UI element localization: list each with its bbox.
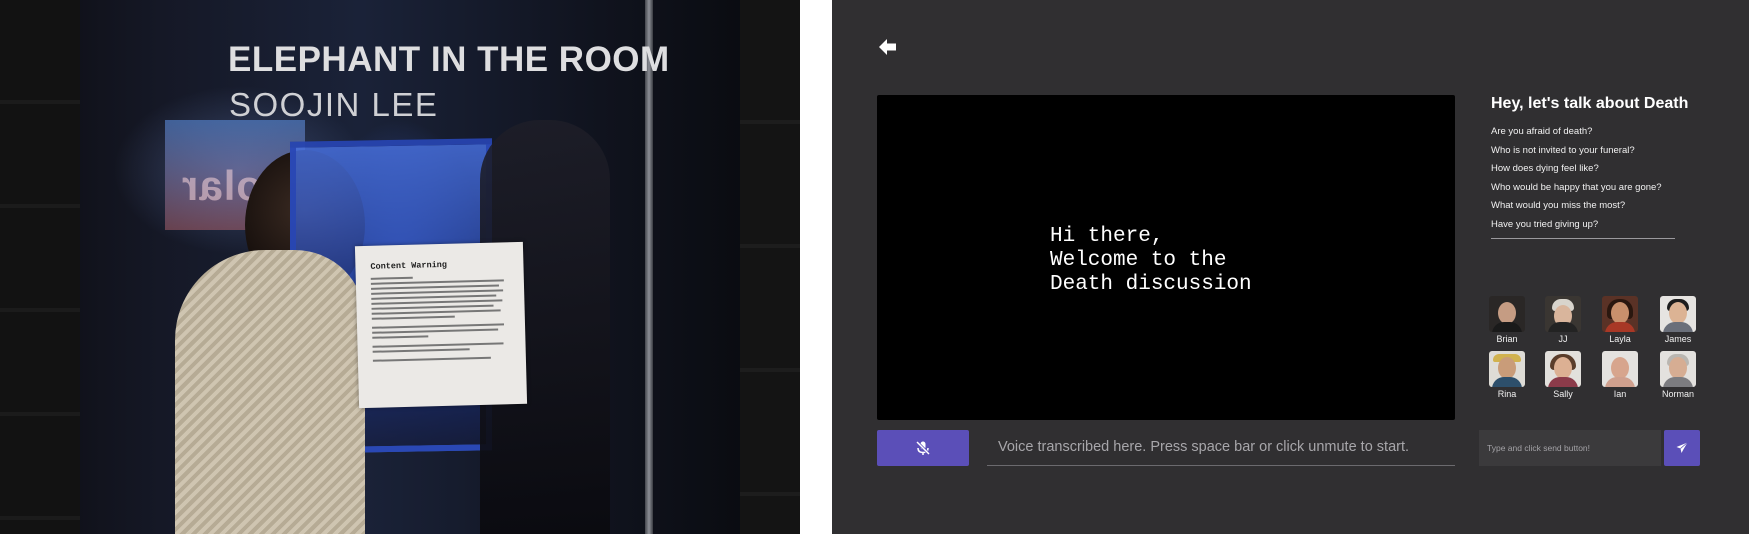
death-discussion-app: Hi there, Welcome to the Death discussio… [832, 0, 1749, 534]
chat-text-input[interactable] [1479, 430, 1661, 466]
question-item[interactable]: Who is not invited to your funeral? [1491, 145, 1662, 164]
video-welcome-text: Hi there, Welcome to the Death discussio… [1050, 225, 1252, 296]
avatar-jj[interactable]: JJ [1544, 296, 1582, 344]
paper-plane-icon [1676, 442, 1688, 453]
topic-title: Hey, let's talk about Death [1491, 95, 1689, 112]
voice-transcript-field[interactable]: Voice transcribed here. Press space bar … [987, 430, 1455, 466]
avatar-name: Layla [1609, 334, 1631, 344]
avatar-name: Rina [1497, 389, 1517, 399]
avatar-photo [1545, 296, 1581, 332]
exhibit-artist: SOOJIN LEE [229, 86, 439, 123]
photo-glass-frame [645, 0, 653, 534]
arrow-left-icon [879, 39, 896, 55]
avatar-rina[interactable]: Rina [1488, 351, 1526, 399]
avatar-sally[interactable]: Sally [1544, 351, 1582, 399]
unmute-button[interactable] [877, 430, 969, 466]
avatar-name: JJ [1558, 334, 1568, 344]
avatar-ian[interactable]: Ian [1601, 351, 1639, 399]
question-item[interactable]: What would you miss the most? [1491, 200, 1662, 219]
avatar-brian[interactable]: Brian [1488, 296, 1526, 344]
avatar-photo [1602, 296, 1638, 332]
avatar-norman[interactable]: Norman [1659, 351, 1697, 399]
content-warning-paper: Content Warning [354, 241, 528, 409]
microphone-muted-icon [915, 440, 931, 456]
avatar-photo [1545, 351, 1581, 387]
question-item[interactable]: Have you tried giving up? [1491, 219, 1662, 238]
avatar-layla[interactable]: Layla [1601, 296, 1639, 344]
question-item[interactable]: Are you afraid of death? [1491, 126, 1662, 145]
exhibition-photo: Solar ELEPHANT IN THE ROOM SOOJIN LEE Co… [0, 0, 800, 534]
avatar-name: Brian [1496, 334, 1518, 344]
question-item[interactable]: How does dying feel like? [1491, 163, 1662, 182]
avatar-photo [1602, 351, 1638, 387]
avatar-photo [1489, 296, 1525, 332]
avatar-photo [1660, 296, 1696, 332]
avatar-name: Sally [1553, 389, 1573, 399]
avatar-name: James [1664, 334, 1692, 344]
avatar-photo [1660, 351, 1696, 387]
photo-wall-left [0, 0, 80, 534]
send-button[interactable] [1664, 430, 1700, 466]
exhibit-title: ELEPHANT IN THE ROOM [228, 40, 670, 79]
question-item[interactable]: Who would be happy that you are gone? [1491, 182, 1662, 201]
question-list: Are you afraid of death? Who is not invi… [1491, 126, 1662, 237]
photo-person-sweater [175, 250, 365, 534]
photo-wall-right [740, 0, 800, 534]
video-display: Hi there, Welcome to the Death discussio… [877, 95, 1455, 420]
avatar-photo [1489, 351, 1525, 387]
avatar-james[interactable]: James [1659, 296, 1697, 344]
back-button[interactable] [877, 36, 899, 58]
avatar-name: Norman [1661, 389, 1694, 399]
question-list-divider [1491, 238, 1675, 239]
avatar-name: Ian [1613, 389, 1627, 399]
content-warning-title: Content Warning [370, 259, 448, 272]
